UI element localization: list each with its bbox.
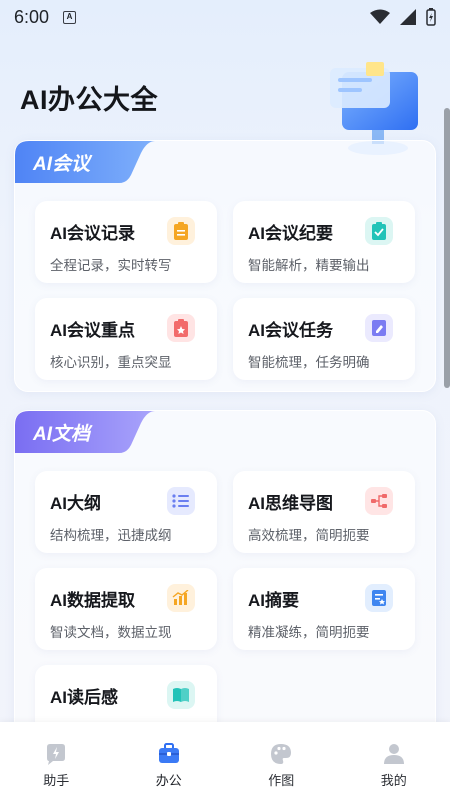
card-subtitle: 智读文档，数据立现: [50, 625, 172, 640]
card-ai-meeting-keypoints[interactable]: AI会议重点 核心识别，重点突显: [35, 298, 217, 380]
card-ai-mindmap[interactable]: AI思维导图 高效梳理，简明扼要: [233, 471, 415, 553]
assistant-icon: [47, 744, 66, 765]
tab-office[interactable]: 办公: [113, 722, 226, 801]
card-ai-summary[interactable]: AI摘要 精准凝练，简明扼要: [233, 568, 415, 650]
summary-icon: [365, 584, 393, 612]
section-label: AI文档: [33, 423, 91, 445]
card-subtitle: 结构梳理，迅捷成纲: [50, 528, 172, 543]
card-ai-outline[interactable]: AI大纲 结构梳理，迅捷成纲: [35, 471, 217, 553]
card-subtitle: 核心识别，重点突显: [50, 355, 172, 370]
card-subtitle: 全程记录，实时转写: [50, 258, 172, 273]
tab-profile[interactable]: 我的: [338, 722, 450, 801]
card-subtitle: 精准凝练，简明扼要: [248, 625, 370, 640]
palette-icon: [271, 744, 292, 764]
signal-icon: [400, 9, 416, 25]
mindmap-icon: [365, 487, 393, 515]
chart-icon: [167, 584, 195, 612]
battery-icon: [426, 8, 436, 26]
page-title: AI办公大全: [20, 85, 158, 115]
profile-icon: [383, 744, 404, 764]
task-icon: [365, 314, 393, 342]
tab-label: 助手: [43, 773, 70, 788]
card-ai-meeting-minutes[interactable]: AI会议纪要 智能解析，精要输出: [233, 201, 415, 283]
tab-assistant[interactable]: 助手: [0, 722, 113, 801]
key-point-icon: [167, 314, 195, 342]
status-bar: 6:00 A: [0, 0, 450, 34]
status-time: 6:00: [14, 6, 50, 27]
card-subtitle: 智能梳理，任务明确: [248, 355, 370, 370]
card-ai-meeting-tasks[interactable]: AI会议任务 智能梳理，任务明确: [233, 298, 415, 380]
outline-icon: [167, 487, 195, 515]
wifi-icon: [370, 9, 390, 24]
book-icon: [167, 681, 195, 709]
card-subtitle: 高效梳理，简明扼要: [248, 528, 370, 543]
tab-label: 我的: [380, 773, 407, 788]
card-subtitle: 智能解析，精要输出: [248, 258, 370, 273]
scrollbar[interactable]: [444, 108, 450, 388]
notification-icon: A: [63, 10, 77, 24]
section-label: AI会议: [33, 153, 91, 175]
tab-draw[interactable]: 作图: [225, 722, 338, 801]
section-ai-document: AI文档 AI大纲 结构梳理，迅捷成纲 AI思维导图 高效梳理，简明扼要 AI数…: [14, 410, 436, 747]
section-tab-ai-meeting: AI会议: [15, 141, 165, 183]
card-ai-meeting-record[interactable]: AI会议记录 全程记录，实时转写: [35, 201, 217, 283]
tab-label: 办公: [155, 773, 182, 788]
section-tab-ai-document: AI文档: [15, 411, 165, 453]
card-ai-data-extraction[interactable]: AI数据提取 智读文档，数据立现: [35, 568, 217, 650]
clipboard-icon: [167, 217, 195, 245]
bottom-tab-bar: 助手 办公 作图 我的: [0, 722, 450, 801]
section-ai-meeting: AI会议 AI会议记录 全程记录，实时转写 AI会议纪要 智能解析，精要输出 A…: [14, 140, 436, 392]
checklist-icon: [365, 217, 393, 245]
briefcase-icon: [158, 743, 179, 763]
tab-label: 作图: [268, 773, 295, 788]
